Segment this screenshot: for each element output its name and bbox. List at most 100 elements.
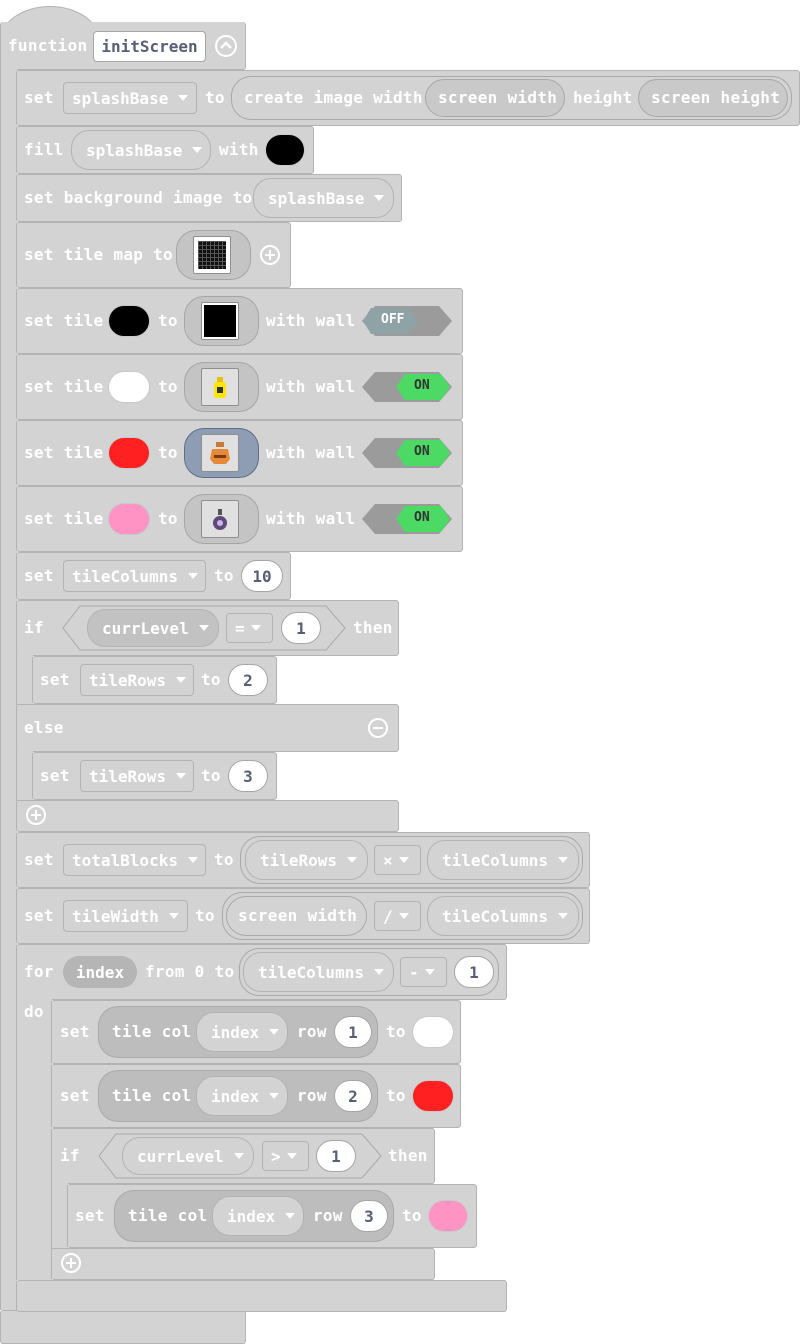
collapse-icon[interactable] <box>215 35 237 57</box>
set-tile-label: set tile <box>24 311 104 330</box>
wall-toggle-label: ON <box>414 444 430 459</box>
operator-dropdown[interactable]: = <box>226 613 273 643</box>
var-dropdown-tilerows[interactable]: tileRows <box>245 840 368 880</box>
add-icon[interactable] <box>260 245 280 265</box>
var-label: currLevel <box>102 618 189 638</box>
to-label: to <box>205 88 225 107</box>
set-label: set <box>24 850 54 869</box>
var-dropdown-currlevel[interactable]: currLevel <box>87 609 219 647</box>
with-wall-label: with wall <box>266 509 356 528</box>
color-swatch-black[interactable] <box>265 134 305 166</box>
to-label: to <box>386 1022 406 1041</box>
var-label: splashBase <box>72 88 169 108</box>
var-dropdown-tilecolumns[interactable]: tileColumns <box>427 840 579 880</box>
set-label: set <box>60 1086 90 1105</box>
var-dropdown-tilecolumns[interactable]: tileColumns <box>243 952 394 992</box>
operator-dropdown[interactable]: / <box>374 901 421 931</box>
var-dropdown-tilecolumns[interactable]: tileColumns <box>427 896 579 936</box>
tile-image-field[interactable] <box>184 296 259 346</box>
var-dropdown-tilecolumns[interactable]: tileColumns <box>63 560 206 592</box>
chevron-down-icon <box>557 913 568 919</box>
tile-col-label: tile col <box>128 1206 208 1225</box>
tile-image-field[interactable] <box>184 494 259 544</box>
wall-toggle[interactable] <box>361 305 453 337</box>
set-tile-label: set tile <box>24 377 104 396</box>
wall-toggle[interactable] <box>361 371 453 403</box>
chevron-down-icon <box>398 913 409 919</box>
operator-dropdown[interactable]: > <box>262 1141 309 1171</box>
to-label: to <box>158 377 178 396</box>
var-dropdown-index[interactable]: index <box>212 1196 304 1236</box>
else-block <box>16 704 399 752</box>
function-keyword: function <box>8 36 88 55</box>
chevron-down-icon <box>176 677 187 683</box>
number-input[interactable]: 1 <box>281 612 321 644</box>
chevron-down-icon <box>168 913 179 919</box>
number-input[interactable]: 2 <box>334 1080 372 1112</box>
if-footer <box>16 800 399 832</box>
chevron-down-icon <box>187 573 198 579</box>
to-label: to <box>402 1206 422 1225</box>
var-dropdown-splashbase[interactable]: splashBase <box>253 178 394 218</box>
loop-variable-index[interactable]: index <box>63 956 137 988</box>
tile-color-swatch[interactable] <box>108 305 150 337</box>
tile-color-swatch[interactable] <box>108 437 150 469</box>
tile-color-swatch[interactable] <box>108 371 150 403</box>
operator-dropdown[interactable]: - <box>400 957 447 987</box>
set-label: set <box>24 566 54 585</box>
var-dropdown-tilewidth[interactable]: tileWidth <box>63 900 188 932</box>
remove-else-icon[interactable] <box>368 718 388 738</box>
var-dropdown-totalblocks[interactable]: totalBlocks <box>63 844 206 876</box>
var-dropdown-index[interactable]: index <box>196 1076 288 1116</box>
number-input[interactable]: 3 <box>350 1200 388 1232</box>
add-else-icon[interactable] <box>61 1253 81 1273</box>
wall-toggle[interactable] <box>361 437 453 469</box>
tile-color-swatch[interactable] <box>108 503 150 535</box>
with-wall-label: with wall <box>266 377 356 396</box>
function-name-field[interactable]: initScreen <box>93 31 206 62</box>
number-input[interactable]: 1 <box>316 1140 356 1172</box>
number-input[interactable]: 1 <box>334 1016 372 1048</box>
operator-dropdown[interactable]: × <box>374 845 421 875</box>
chevron-down-icon <box>424 969 435 975</box>
chevron-down-icon <box>373 969 384 975</box>
var-dropdown-index[interactable]: index <box>196 1012 288 1052</box>
orange-vase-sprite <box>201 434 239 472</box>
add-else-icon[interactable] <box>26 805 46 825</box>
wall-toggle-label: ON <box>414 378 430 393</box>
with-wall-label: with wall <box>266 443 356 462</box>
tilemap-thumbnail <box>193 236 231 274</box>
with-wall-label: with wall <box>266 311 356 330</box>
var-dropdown-splashbase[interactable]: splashBase <box>71 130 211 170</box>
nested-if-footer <box>51 1248 435 1280</box>
set-label: set <box>60 1022 90 1041</box>
then-label: then <box>388 1146 428 1165</box>
set-label: set <box>40 670 70 689</box>
tile-col-label: tile col <box>112 1022 192 1041</box>
chevron-down-icon <box>198 625 209 631</box>
screen-width-label: screen width <box>438 88 558 107</box>
to-label: to <box>158 443 178 462</box>
if-label: if <box>24 618 44 637</box>
tile-image-field[interactable] <box>184 428 259 478</box>
var-dropdown-currlevel[interactable]: currLevel <box>122 1137 254 1175</box>
to-label: to <box>201 670 221 689</box>
wall-toggle[interactable] <box>361 503 453 535</box>
tilemap-field[interactable] <box>176 230 251 280</box>
var-label: tileColumns <box>442 850 548 870</box>
operator-label: × <box>383 850 393 870</box>
var-dropdown-tilerows[interactable]: tileRows <box>80 760 194 792</box>
if-label: if <box>60 1146 80 1165</box>
tile-image-field[interactable] <box>184 362 259 412</box>
chevron-down-icon <box>347 857 358 863</box>
number-input[interactable]: 1 <box>454 956 494 988</box>
color-swatch-pink[interactable] <box>428 1200 468 1232</box>
var-dropdown-splashbase[interactable]: splashBase <box>63 82 197 114</box>
tile-color-swatch[interactable] <box>412 1080 454 1112</box>
tile-color-swatch[interactable] <box>412 1016 454 1048</box>
number-input[interactable]: 10 <box>241 560 283 592</box>
number-input[interactable]: 3 <box>228 760 268 792</box>
number-input[interactable]: 2 <box>228 664 268 696</box>
set-background-image-label: set background image to <box>24 188 253 207</box>
var-dropdown-tilerows[interactable]: tileRows <box>80 664 194 696</box>
